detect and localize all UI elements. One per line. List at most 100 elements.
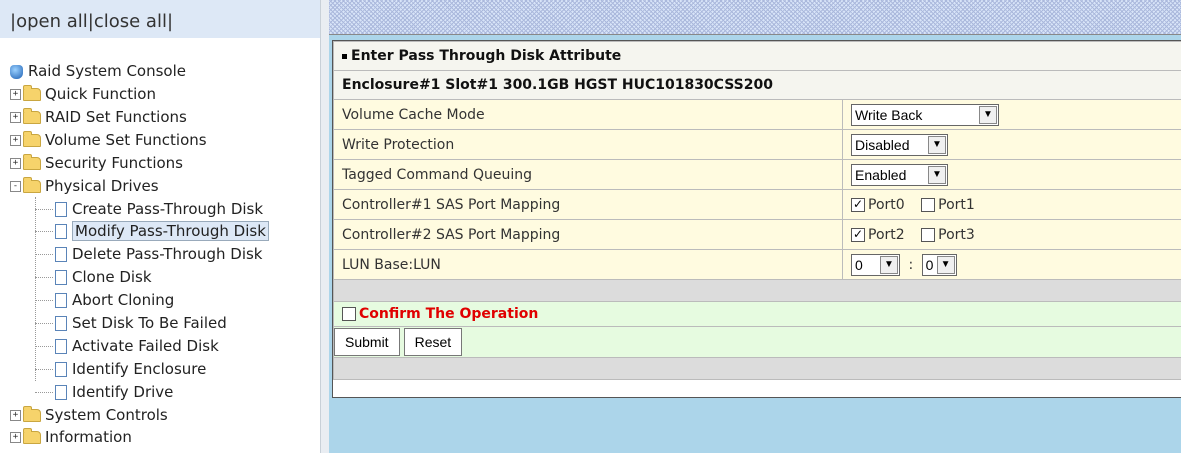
page-icon	[55, 224, 67, 239]
tree-item-label: Activate Failed Disk	[72, 337, 219, 355]
tree-item-physical-drives[interactable]: - Physical Drives	[10, 175, 159, 197]
write-protection-row: Write Protection Disabled ▼	[333, 129, 1181, 160]
tree-item-label: Information	[45, 428, 132, 446]
tree-item-security-functions[interactable]: + Security Functions	[10, 152, 183, 174]
tree-toolbar: |open all|close all|	[0, 0, 320, 38]
reset-button[interactable]: Reset	[403, 328, 463, 356]
tree-connector	[35, 208, 53, 211]
tree-item-label: Volume Set Functions	[45, 131, 207, 149]
tree-root[interactable]: Raid System Console	[10, 60, 186, 82]
form-title: Enter Pass Through Disk Attribute	[351, 48, 622, 64]
tree-item-label: Quick Function	[45, 85, 156, 103]
bullet-icon	[342, 53, 347, 59]
tree-item-label: Physical Drives	[45, 177, 159, 195]
tree-item-activate-failed-disk[interactable]: Activate Failed Disk	[35, 335, 219, 357]
content-frame: Enter Pass Through Disk Attribute Enclos…	[329, 0, 1181, 453]
tree-item-quick-function[interactable]: + Quick Function	[10, 83, 156, 105]
chevron-down-icon[interactable]: ▼	[979, 105, 997, 124]
tree-connector	[35, 276, 53, 279]
tree-item-abort-cloning[interactable]: Abort Cloning	[35, 289, 174, 311]
tree-item-label: System Controls	[45, 406, 168, 424]
tree-item-identify-enclosure[interactable]: Identify Enclosure	[35, 358, 206, 380]
chevron-down-icon[interactable]: ▼	[880, 255, 898, 274]
port0-label: Port0	[868, 196, 905, 213]
tree-item-raid-set-functions[interactable]: + RAID Set Functions	[10, 106, 187, 128]
tagged-queuing-select[interactable]: Enabled ▼	[851, 163, 948, 186]
page-icon	[55, 339, 67, 354]
tree-item-label: RAID Set Functions	[45, 108, 187, 126]
folder-icon	[23, 406, 41, 422]
lun-row: LUN Base:LUN 0 ▼ : 0 ▼	[333, 249, 1181, 280]
confirm-row: Confirm The Operation	[333, 301, 1181, 327]
port1-label: Port1	[938, 196, 975, 213]
folder-icon	[23, 131, 41, 147]
controller2-port-label: Controller#2 SAS Port Mapping	[333, 219, 843, 250]
folder-icon	[23, 154, 41, 170]
attribute-table: Enter Pass Through Disk Attribute Enclos…	[333, 41, 1181, 380]
port2-label: Port2	[868, 226, 905, 243]
port2-checkbox[interactable]: ✓	[851, 227, 865, 242]
folder-open-icon	[23, 177, 41, 193]
tree-item-label-selected: Modify Pass-Through Disk	[72, 221, 269, 241]
expand-icon[interactable]: +	[10, 112, 21, 123]
expand-icon[interactable]: +	[10, 135, 21, 146]
chevron-down-icon[interactable]: ▼	[928, 135, 946, 154]
expand-icon[interactable]: +	[10, 158, 21, 169]
tree-connector	[35, 253, 53, 256]
port0-checkbox[interactable]: ✓	[851, 197, 865, 212]
open-all-link[interactable]: open all	[16, 11, 88, 32]
cache-mode-label: Volume Cache Mode	[333, 99, 843, 130]
tree-item-volume-set-functions[interactable]: + Volume Set Functions	[10, 129, 207, 151]
disk-info-row: Enclosure#1 Slot#1 300.1GB HGST HUC10183…	[333, 70, 1181, 100]
raid-console-icon	[10, 64, 23, 79]
tree-item-create-pass-through-disk[interactable]: Create Pass-Through Disk	[35, 198, 263, 220]
folder-icon	[23, 85, 41, 101]
tree-item-modify-pass-through-disk[interactable]: Modify Pass-Through Disk	[35, 220, 269, 242]
lun-select[interactable]: 0 ▼	[921, 253, 957, 276]
page-icon	[55, 362, 67, 377]
tree-connector	[35, 299, 53, 302]
page-icon	[55, 293, 67, 308]
lun-base-select[interactable]: 0 ▼	[851, 253, 900, 276]
collapse-icon[interactable]: -	[10, 181, 21, 192]
tree-item-label: Set Disk To Be Failed	[72, 314, 227, 332]
tagged-queuing-value: Enabled	[855, 166, 907, 183]
tree-item-label: Identify Drive	[72, 383, 174, 401]
port1-checkbox[interactable]	[921, 197, 936, 212]
page-icon	[55, 385, 67, 400]
tagged-queuing-row: Tagged Command Queuing Enabled ▼	[333, 159, 1181, 190]
page-icon	[55, 202, 67, 217]
tree-item-delete-pass-through-disk[interactable]: Delete Pass-Through Disk	[35, 243, 263, 265]
tree-connector	[35, 391, 53, 394]
tree-connector	[35, 230, 53, 233]
spacer-row	[333, 279, 1181, 302]
tree-item-identify-drive[interactable]: Identify Drive	[35, 381, 173, 403]
chevron-down-icon[interactable]: ▼	[936, 255, 955, 274]
expand-icon[interactable]: +	[10, 432, 21, 443]
tree-item-information[interactable]: + Information	[10, 426, 132, 448]
tree-item-label: Clone Disk	[72, 268, 152, 286]
cache-mode-select[interactable]: Write Back ▼	[851, 103, 999, 126]
lun-separator: :	[908, 256, 914, 273]
write-protection-select[interactable]: Disabled ▼	[851, 133, 948, 156]
expand-icon[interactable]: +	[10, 410, 21, 421]
cache-mode-row: Volume Cache Mode Write Back ▼	[333, 99, 1181, 130]
page-icon	[55, 247, 67, 262]
tree-item-clone-disk[interactable]: Clone Disk	[35, 266, 152, 288]
tree-item-system-controls[interactable]: + System Controls	[10, 404, 168, 426]
tree-connector	[35, 345, 53, 348]
chevron-down-icon[interactable]: ▼	[928, 165, 946, 184]
footer-spacer-row	[333, 357, 1181, 380]
tree-item-set-disk-to-be-failed[interactable]: Set Disk To Be Failed	[35, 312, 227, 334]
submit-button[interactable]: Submit	[334, 328, 400, 356]
confirm-label: Confirm The Operation	[359, 306, 539, 322]
tagged-queuing-label: Tagged Command Queuing	[333, 159, 843, 190]
confirm-checkbox[interactable]	[342, 307, 356, 321]
port3-checkbox[interactable]	[921, 227, 936, 242]
separator: |	[166, 11, 174, 32]
close-all-link[interactable]: close all	[94, 11, 167, 32]
write-protection-label: Write Protection	[333, 129, 843, 160]
expand-icon[interactable]: +	[10, 89, 21, 100]
folder-icon	[23, 108, 41, 124]
tree-connector	[35, 322, 53, 325]
